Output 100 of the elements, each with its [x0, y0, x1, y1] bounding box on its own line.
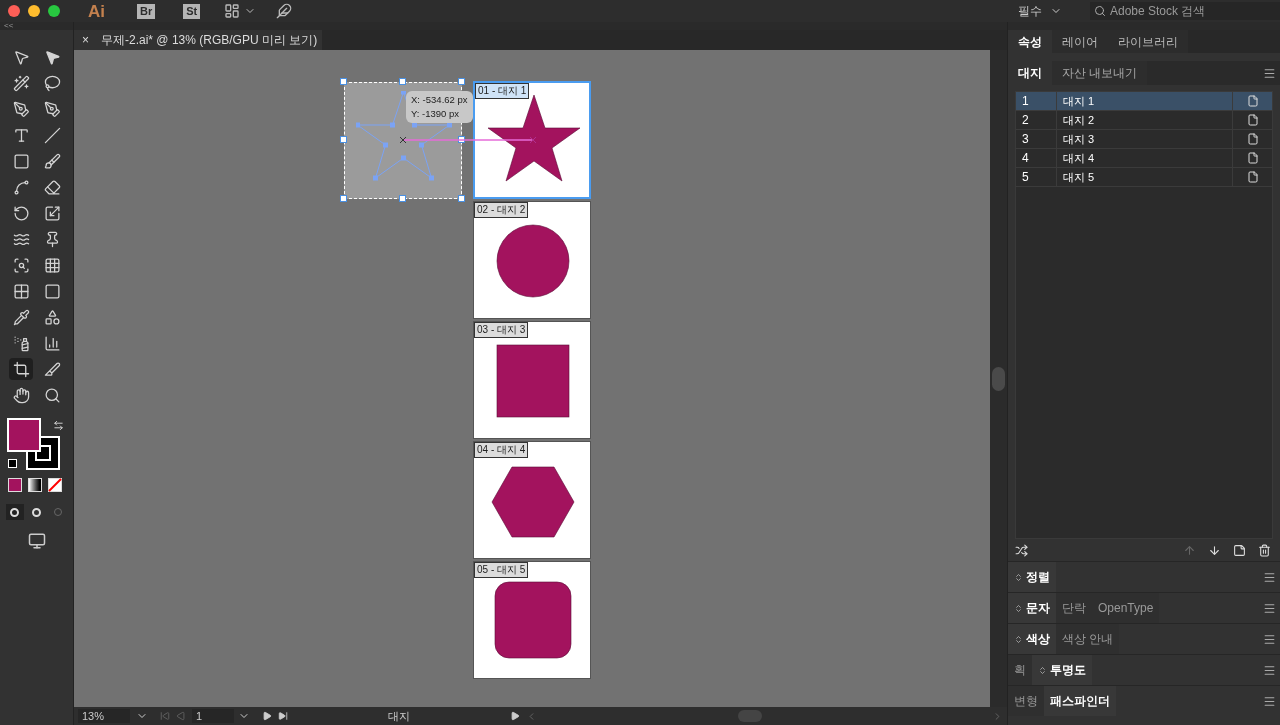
panel-tab[interactable]: 속성 [1008, 30, 1052, 53]
default-colors-icon[interactable] [8, 459, 17, 468]
pen-icon [12, 100, 30, 118]
shapes-icon [44, 308, 61, 326]
workspace-dropdown[interactable]: 필수 [1018, 2, 1078, 20]
artboard[interactable]: 05 - 대지 5 [473, 561, 591, 679]
none-swatch[interactable] [48, 478, 62, 492]
collapse-button[interactable]: << [4, 22, 14, 30]
workspace-layout-icon[interactable] [224, 3, 241, 19]
artboard-name: 대지 4 [1056, 149, 1232, 167]
brush-icon [44, 152, 61, 170]
spray-can-icon [12, 334, 30, 352]
bridge-button[interactable]: Br [137, 3, 156, 19]
panel-menu-icon[interactable] [1263, 66, 1276, 80]
artboard[interactable]: 02 - 대지 2 [473, 201, 591, 319]
hand-icon [12, 386, 30, 404]
artboard[interactable]: 03 - 대지 3 [473, 321, 591, 439]
panel-tab[interactable]: 정렬 [1008, 562, 1056, 592]
eraser-icon [44, 178, 61, 196]
artboard-label: 03 - 대지 3 [474, 322, 529, 338]
panel-tab[interactable]: 대지 [1008, 61, 1052, 85]
last-page-icon[interactable] [278, 711, 288, 721]
file-icon[interactable] [1246, 152, 1259, 164]
crop-icon [12, 360, 30, 378]
artboard-name: 대지 2 [1056, 111, 1232, 129]
artboard[interactable]: 04 - 대지 4 [473, 441, 591, 559]
status-mode-text: 대지 [388, 708, 410, 724]
expand-toggle-icon [1038, 665, 1047, 675]
resize-handle[interactable] [458, 195, 465, 202]
artboard-number: 5 [1021, 169, 1030, 186]
scroll-thumb[interactable] [992, 366, 1005, 391]
tool-button[interactable] [9, 358, 33, 380]
page-field[interactable]: 1 [192, 709, 234, 723]
color-mode-swatch[interactable] [8, 478, 22, 492]
new-artboard-icon[interactable] [1233, 543, 1246, 557]
lasso-icon [44, 74, 61, 92]
zoom-field[interactable]: 13% [78, 709, 130, 723]
pointer-icon [12, 48, 30, 66]
type-icon [12, 126, 30, 144]
panel-menu-icon[interactable] [1263, 663, 1276, 677]
panel-tab[interactable]: 패스파인더 [1044, 686, 1116, 716]
search-icon [1094, 5, 1106, 17]
resize-handle[interactable] [399, 78, 406, 85]
feather-icon[interactable] [276, 3, 293, 19]
knife-icon [44, 360, 61, 378]
panel-menu-icon[interactable] [1263, 601, 1276, 615]
panel-menu-icon[interactable] [1263, 570, 1276, 584]
bar-chart-icon [44, 334, 61, 352]
artboard-row[interactable]: 5 대지 5 [1016, 168, 1272, 187]
panel-tab[interactable]: 문자 [1008, 593, 1056, 623]
artboard-row[interactable]: 2 대지 2 [1016, 111, 1272, 130]
panel-tab[interactable]: 레이어 [1052, 30, 1108, 53]
pointer-icon [44, 48, 61, 66]
fill-stroke-swatches[interactable] [7, 418, 60, 470]
artboard-number: 3 [1021, 131, 1030, 148]
artboard-row[interactable]: 1 대지 1 [1016, 92, 1272, 111]
trash-icon[interactable] [1258, 543, 1271, 557]
status-menu-icon[interactable] [510, 711, 520, 721]
panel-tab[interactable]: 색상 [1008, 624, 1056, 654]
screen-mode-icon[interactable] [27, 532, 46, 550]
panel-menu-icon[interactable] [1263, 694, 1276, 708]
grid-icon [12, 282, 30, 300]
arrow-down-icon[interactable] [1208, 543, 1221, 557]
resize-handle[interactable] [340, 78, 347, 85]
resize-handle[interactable] [340, 136, 347, 143]
minimize-window-icon[interactable] [28, 5, 40, 17]
document-tab[interactable]: × 무제-2.ai* @ 13% (RGB/GPU 미리 보기) [74, 30, 322, 50]
artboard-row[interactable]: 3 대지 3 [1016, 130, 1272, 149]
artboard-label: 02 - 대지 2 [474, 202, 529, 218]
gradient-mode-swatch[interactable] [28, 478, 42, 492]
resize-handle[interactable] [458, 78, 465, 85]
close-tab-button[interactable]: × [82, 31, 89, 49]
resize-handle[interactable] [458, 136, 465, 143]
resize-handle[interactable] [340, 195, 347, 202]
artboard-label: 05 - 대지 5 [474, 562, 529, 578]
next-page-icon[interactable] [262, 711, 272, 721]
pen-icon [44, 100, 61, 118]
file-icon[interactable] [1246, 171, 1259, 183]
artboard-row[interactable]: 4 대지 4 [1016, 149, 1272, 168]
artboard-number: 2 [1021, 112, 1030, 129]
artboard-name: 대지 5 [1056, 168, 1232, 186]
zoom-window-icon[interactable] [48, 5, 60, 17]
panel-menu-icon[interactable] [1263, 632, 1276, 646]
resize-handle[interactable] [399, 195, 406, 202]
file-icon[interactable] [1246, 95, 1259, 107]
artboard[interactable]: 01 - 대지 1 [473, 81, 591, 199]
close-window-icon[interactable] [8, 5, 20, 17]
draw-normal-icon[interactable] [6, 504, 24, 520]
stock-button[interactable]: St [183, 3, 201, 19]
shuffle-icon[interactable] [1015, 543, 1028, 557]
rectangle-icon [12, 152, 30, 170]
file-icon[interactable] [1246, 133, 1259, 145]
square-icon [44, 282, 61, 300]
search-icon [44, 386, 61, 404]
swap-icon[interactable] [53, 420, 64, 431]
artboard-name: 대지 1 [1056, 92, 1232, 110]
scale-icon [44, 204, 61, 222]
panel-tab[interactable]: 라이브러리 [1108, 30, 1188, 53]
panel-tab[interactable]: 투명도 [1032, 655, 1092, 685]
file-icon[interactable] [1246, 114, 1259, 126]
